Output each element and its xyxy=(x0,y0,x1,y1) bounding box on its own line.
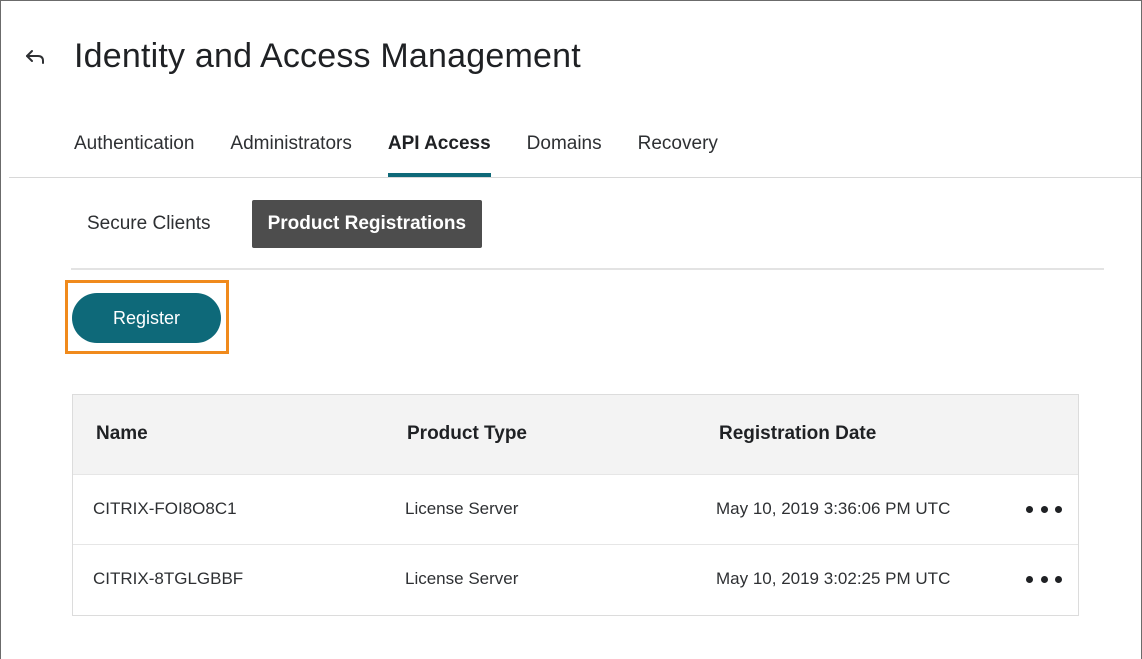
dot xyxy=(1026,505,1033,513)
subtabs-divider xyxy=(71,268,1104,270)
sub-tabs: Secure Clients Product Registrations xyxy=(71,200,483,248)
cell-name: CITRIX-FOI8O8C1 xyxy=(93,499,237,518)
more-horizontal-icon[interactable] xyxy=(1026,569,1062,589)
dot xyxy=(1040,505,1048,513)
cell-product-type: License Server xyxy=(405,569,519,588)
cell-registration-date: May 10, 2019 3:36:06 PM UTC xyxy=(716,499,951,518)
subtab-secure-clients[interactable]: Secure Clients xyxy=(71,200,227,248)
table-header: Name Product Type Registration Date xyxy=(73,395,1078,475)
subtab-product-registrations[interactable]: Product Registrations xyxy=(251,200,483,248)
table-row[interactable]: CITRIX-8TGLGBBF License Server May 10, 2… xyxy=(73,545,1078,615)
cell-registration-date: May 10, 2019 3:02:25 PM UTC xyxy=(716,569,951,588)
cell-name: CITRIX-8TGLGBBF xyxy=(93,569,244,588)
tab-authentication[interactable]: Authentication xyxy=(74,129,194,177)
register-button[interactable]: Register xyxy=(72,293,221,343)
column-header-name[interactable]: Name xyxy=(96,423,148,445)
cell-product-type: License Server xyxy=(405,499,519,518)
dot xyxy=(1055,505,1062,513)
dot xyxy=(1055,575,1062,583)
back-arrow-icon[interactable] xyxy=(23,45,47,69)
registrations-table: Name Product Type Registration Date CITR… xyxy=(72,394,1079,616)
tab-recovery[interactable]: Recovery xyxy=(638,129,718,177)
main-tabs: Authentication Administrators API Access… xyxy=(74,129,754,177)
tab-api-access[interactable]: API Access xyxy=(387,129,491,177)
table-row[interactable]: CITRIX-FOI8O8C1 License Server May 10, 2… xyxy=(73,475,1078,545)
tab-domains[interactable]: Domains xyxy=(527,129,602,177)
dot xyxy=(1040,575,1048,583)
dot xyxy=(1026,575,1033,583)
page-header: Identity and Access Management xyxy=(1,1,1141,111)
column-header-registration-date[interactable]: Registration Date xyxy=(719,423,876,445)
column-header-product-type[interactable]: Product Type xyxy=(407,423,527,445)
tabs-divider xyxy=(9,177,1141,178)
window-frame: Identity and Access Management Authentic… xyxy=(0,0,1142,659)
tab-administrators[interactable]: Administrators xyxy=(230,129,351,177)
page-title: Identity and Access Management xyxy=(74,37,581,75)
more-horizontal-icon[interactable] xyxy=(1026,499,1062,519)
